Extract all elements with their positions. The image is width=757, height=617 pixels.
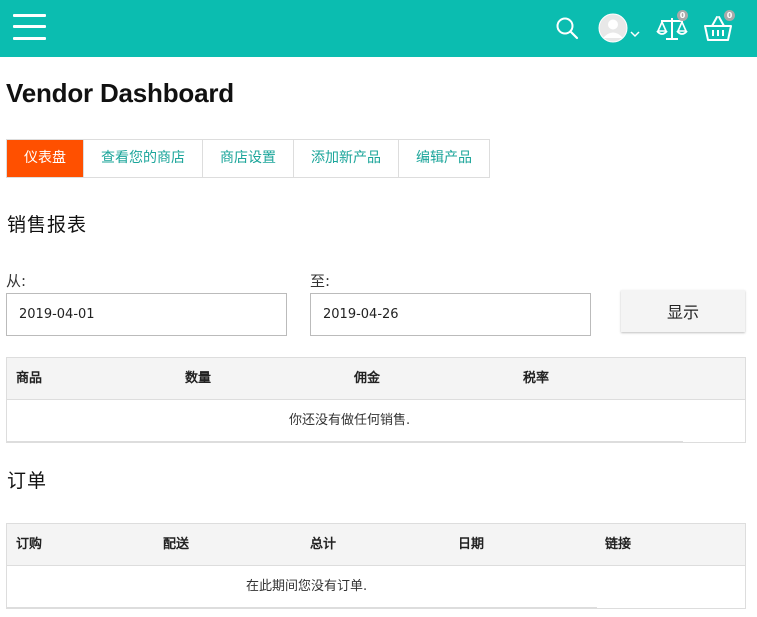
- hamburger-menu-icon[interactable]: [13, 13, 46, 41]
- dashboard-tabs: 仪表盘 查看您的商店 商店设置 添加新产品 编辑产品: [6, 139, 490, 178]
- page-title: Vendor Dashboard: [6, 78, 234, 108]
- cart-count-badge: 0: [724, 10, 735, 21]
- column-header-commission[interactable]: 佣金: [354, 358, 380, 399]
- orders-table-header: 订购 配送 总计 日期 链接: [7, 524, 745, 566]
- show-report-button[interactable]: 显示: [621, 290, 745, 332]
- from-date-label: 从:: [6, 272, 27, 290]
- sales-empty-row: 你还没有做任何销售.: [7, 400, 745, 442]
- column-header-order[interactable]: 订购: [16, 524, 42, 565]
- sales-table-header: 商品 数量 佣金 税率: [7, 358, 745, 400]
- column-header-quantity[interactable]: 数量: [185, 358, 211, 399]
- column-header-product[interactable]: 商品: [16, 358, 42, 399]
- to-date-label: 至:: [310, 272, 331, 290]
- orders-table: 订购 配送 总计 日期 链接 在此期间您没有订单.: [6, 523, 746, 609]
- tab-view-store[interactable]: 查看您的商店: [84, 140, 203, 177]
- row-divider: [7, 607, 597, 608]
- tab-add-product[interactable]: 添加新产品: [294, 140, 399, 177]
- compare-count-badge: 0: [677, 10, 688, 21]
- orders-heading: 订单: [7, 470, 48, 492]
- column-header-tax[interactable]: 税率: [523, 358, 549, 399]
- search-icon[interactable]: [554, 15, 580, 41]
- orders-empty-row: 在此期间您没有订单.: [7, 566, 745, 608]
- column-header-shipping[interactable]: 配送: [163, 524, 189, 565]
- sales-report-heading: 销售报表: [7, 214, 88, 236]
- tab-dashboard[interactable]: 仪表盘: [7, 140, 84, 177]
- orders-empty-message: 在此期间您没有订单.: [246, 579, 368, 594]
- sales-empty-message: 你还没有做任何销售.: [289, 413, 411, 428]
- user-avatar-icon[interactable]: [598, 13, 628, 43]
- from-date-input[interactable]: [6, 293, 287, 336]
- tab-edit-products[interactable]: 编辑产品: [399, 140, 489, 177]
- column-header-total[interactable]: 总计: [310, 524, 336, 565]
- sales-table: 商品 数量 佣金 税率 你还没有做任何销售.: [6, 357, 746, 443]
- column-header-link[interactable]: 链接: [605, 524, 631, 565]
- to-date-input[interactable]: [310, 293, 591, 336]
- column-header-date[interactable]: 日期: [458, 524, 484, 565]
- chevron-down-icon[interactable]: [630, 23, 640, 38]
- row-divider: [7, 441, 683, 442]
- top-navigation-bar: 0 0: [0, 0, 757, 57]
- tab-store-settings[interactable]: 商店设置: [203, 140, 294, 177]
